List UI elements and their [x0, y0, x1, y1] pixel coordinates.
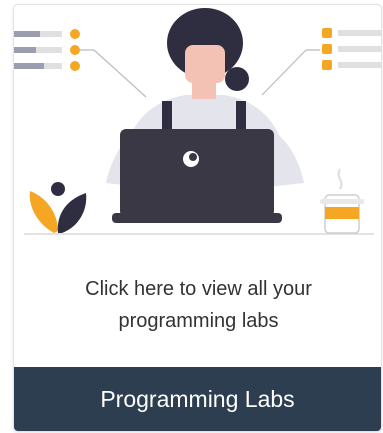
laptop-icon — [112, 129, 282, 223]
person-at-laptop-illustration — [14, 8, 381, 235]
coffee-cup-icon — [320, 168, 364, 234]
programming-labs-button[interactable]: Programming Labs — [14, 367, 381, 431]
programming-labs-card[interactable]: Click here to view all your programming … — [13, 4, 382, 432]
left-checklist-icon — [14, 29, 147, 98]
plant-icon — [29, 182, 87, 233]
programming-labs-button-label: Programming Labs — [100, 385, 295, 412]
right-checklist-icon — [261, 28, 381, 96]
card-description: Click here to view all your programming … — [85, 278, 312, 332]
